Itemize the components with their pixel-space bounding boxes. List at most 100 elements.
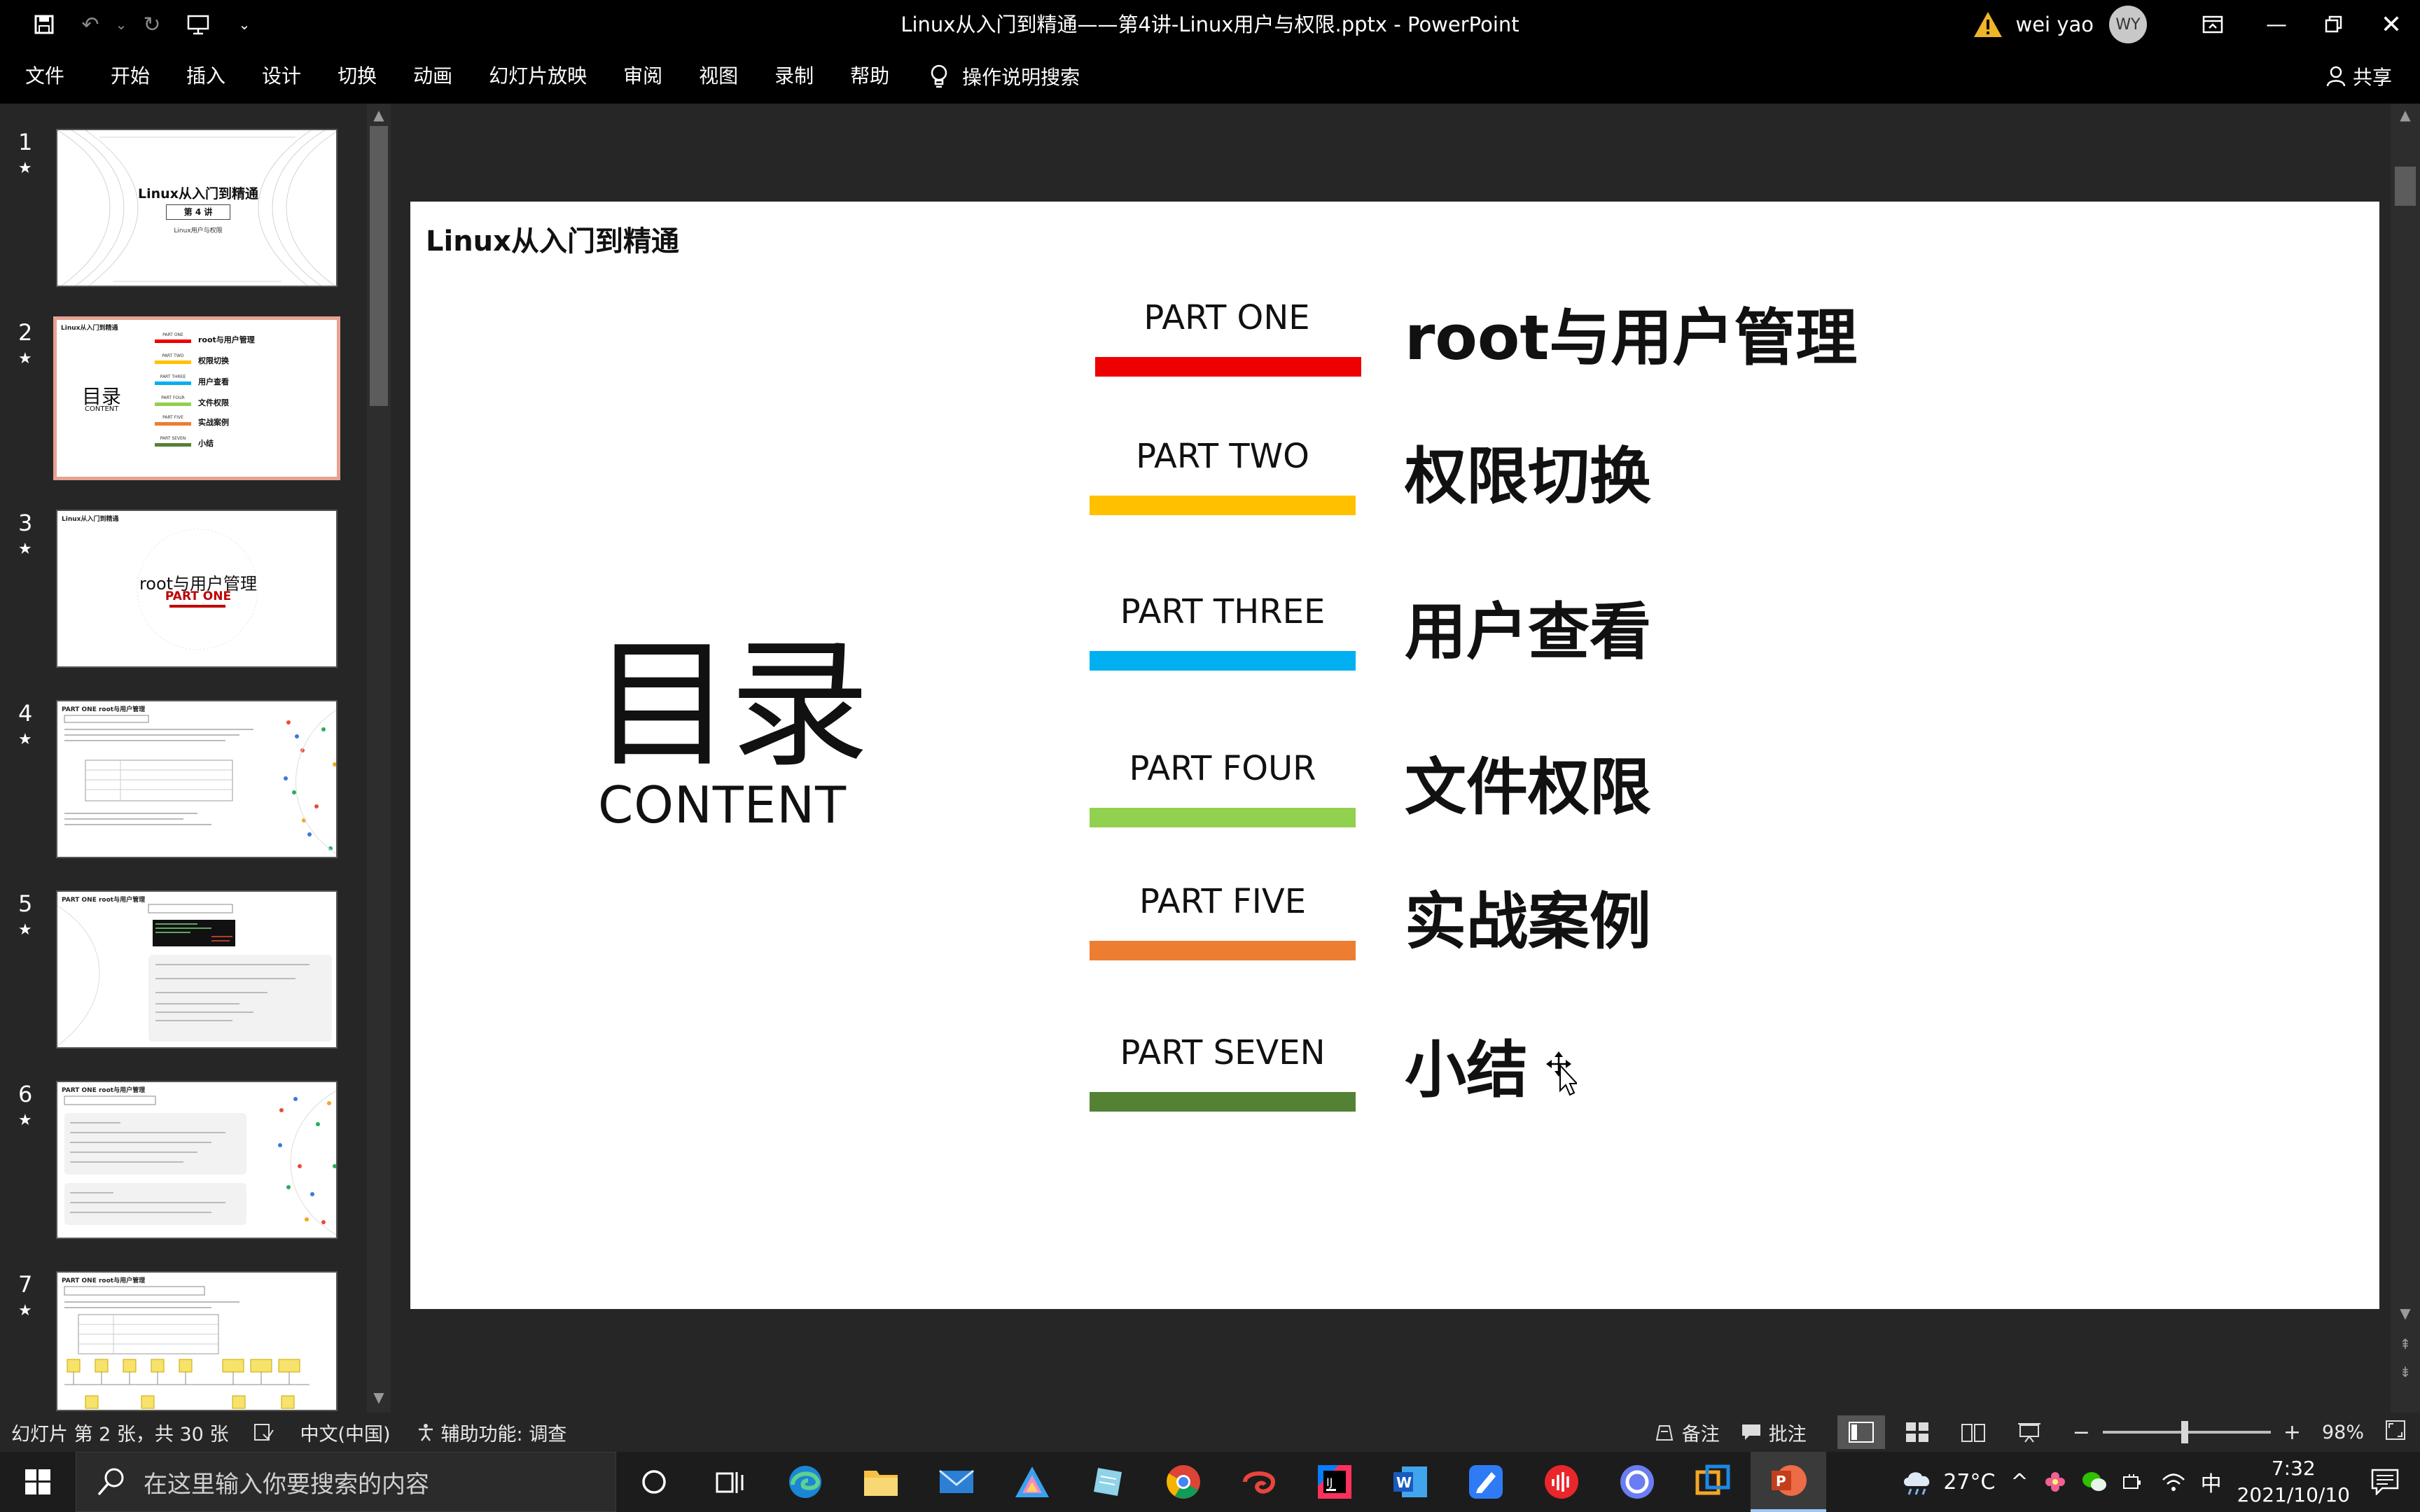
part-three-color-bar[interactable] [1090,651,1356,671]
part-seven-title[interactable]: 小结 [1405,1021,1528,1110]
part-two-title[interactable]: 权限切换 [1405,427,1651,516]
scroll-down-icon[interactable]: ▼ [2393,1305,2417,1322]
redo-icon[interactable]: ↻ [129,0,175,49]
battery-icon[interactable] [2122,1473,2146,1491]
scrollbar-thumb[interactable] [2395,167,2416,206]
chrome-icon[interactable] [1146,1452,1221,1512]
thumbnail-slide-3[interactable]: 3 ★ Linux从入门到精通 root与用户管理 PART ONE [0,510,364,678]
tab-file[interactable]: 文件 [0,49,92,104]
ribbon-display-options-icon[interactable] [2178,0,2248,49]
normal-view-button[interactable] [1837,1415,1885,1449]
part-three-title[interactable]: 用户查看 [1405,582,1651,671]
reading-view-button[interactable] [1949,1415,1997,1449]
accessibility-button[interactable]: 辅助功能: 调查 [416,1419,566,1446]
warning-icon[interactable] [1973,10,2003,38]
thumbnail-preview[interactable]: PART ONE root与用户管理 [56,700,338,858]
undo-icon[interactable]: ↶ [67,0,113,49]
thumbnail-slide-5[interactable]: 5 ★ PART ONE root与用户管理 [0,890,364,1058]
part-seven-color-bar[interactable] [1090,1092,1356,1112]
part-five-label-block[interactable]: PART FIVE [1090,881,1356,923]
scrollbar-thumb[interactable] [370,126,388,406]
zoom-level[interactable]: 98% [2322,1422,2364,1443]
browser-app-icon[interactable] [1599,1452,1675,1512]
part-five-title[interactable]: 实战案例 [1405,872,1651,961]
part-four-color-bar[interactable] [1090,808,1356,827]
notification-center-icon[interactable] [2371,1469,2399,1495]
start-button[interactable] [0,1452,76,1512]
thumbnail-slide-4[interactable]: 4 ★ PART ONE root与用户管理 [0,700,364,868]
show-hidden-icons[interactable]: ^ [2010,1470,2028,1494]
flower-app-icon[interactable] [2044,1471,2066,1493]
part-two-label-block[interactable]: PART TWO [1090,435,1356,477]
toc-heading[interactable]: 目录 [592,636,886,776]
ifly-icon[interactable] [1524,1452,1599,1512]
thumbnail-slide-6[interactable]: 6 ★ PART ONE root与用户管理 [0,1081,364,1249]
spellcheck-icon[interactable] [253,1423,274,1441]
system-clock[interactable]: 7:32 2021/10/10 [2237,1455,2350,1508]
thumbnail-preview[interactable]: Linux从入门到精通 root与用户管理 PART ONE [56,510,338,668]
slide-header-title[interactable]: Linux从入门到精通 [426,218,679,259]
zoom-in-icon[interactable]: + [2283,1420,2301,1445]
zoom-slider[interactable] [2102,1421,2271,1443]
customize-qat-icon[interactable]: ⌄ [221,0,267,49]
part-seven-label-block[interactable]: PART SEVEN [1090,1032,1356,1074]
tab-help[interactable]: 帮助 [832,49,908,104]
ime-indicator[interactable]: 中 [2201,1466,2222,1497]
thumbnail-preview[interactable]: PART ONE root与用户管理 [56,1081,338,1239]
close-icon[interactable]: ✕ [2363,0,2420,49]
word-icon[interactable]: W [1372,1452,1448,1512]
undo-dropdown-icon[interactable]: ⌄ [113,16,129,33]
intellij-idea-icon[interactable]: IJ [1297,1452,1372,1512]
previous-slide-icon[interactable]: ⇞ [2393,1336,2417,1352]
zoom-slider-thumb[interactable] [2181,1421,2188,1443]
weather-widget[interactable]: 27°C [1900,1468,1995,1496]
tab-record[interactable]: 录制 [756,49,832,104]
mail-icon[interactable] [919,1452,994,1512]
task-view-icon[interactable] [692,1452,767,1512]
restore-icon[interactable] [2305,0,2363,49]
thumbnail-preview-selected[interactable]: Linux从入门到精通 目录 CONTENT PART ONE root与用户管… [53,316,340,480]
part-one-title[interactable]: root与用户管理 [1405,288,1857,377]
tab-review[interactable]: 审阅 [605,49,681,104]
remote-desktop-icon[interactable] [1675,1452,1751,1512]
feishu-docs-icon[interactable] [1448,1452,1524,1512]
tab-design[interactable]: 设计 [244,49,319,104]
tab-view[interactable]: 视图 [681,49,756,104]
zoom-out-icon[interactable]: − [2073,1420,2090,1445]
thumbnail-preview[interactable]: PART ONE root与用户管理 [56,890,338,1049]
slide-canvas[interactable]: Linux从入门到精通 目录 CONTENT PART ONE root与用户管… [410,202,2379,1309]
minimize-icon[interactable]: — [2248,0,2305,49]
wifi-icon[interactable] [2162,1471,2185,1492]
part-one-color-bar[interactable] [1095,357,1361,377]
user-name[interactable]: wei yao [2015,13,2094,36]
part-five-color-bar[interactable] [1090,941,1356,960]
tab-animations[interactable]: 动画 [395,49,471,104]
part-four-title[interactable]: 文件权限 [1405,738,1651,827]
slide-thumbnail-pane[interactable]: 1 ★ Linux从入门到精通 第 4 讲 Linux用户与权限 2 ★ Lin… [0,104,364,1413]
wps-icon[interactable] [1221,1452,1297,1512]
slide-sorter-view-button[interactable] [1893,1415,1941,1449]
cortana-icon[interactable] [616,1452,692,1512]
tab-slideshow[interactable]: 幻灯片放映 [471,49,605,104]
tab-transitions[interactable]: 切换 [319,49,395,104]
start-from-beginning-icon[interactable] [175,0,221,49]
edge-browser-icon[interactable] [767,1452,843,1512]
slide-scrollbar[interactable]: ▲ ▼ ⇞ ⇟ [2391,104,2420,1413]
thumbnail-scrollbar[interactable]: ▲ ▼ [367,104,391,1413]
scroll-up-icon[interactable]: ▲ [2393,106,2417,123]
part-three-label-block[interactable]: PART THREE [1090,591,1356,633]
wechat-icon[interactable] [2082,1471,2107,1493]
language-indicator[interactable]: 中文(中国) [300,1419,390,1446]
avatar[interactable]: WY [2109,6,2147,43]
save-icon[interactable] [21,0,67,49]
scroll-down-icon[interactable]: ▼ [367,1389,391,1406]
tell-me-search[interactable]: 操作说明搜索 [929,62,1080,90]
toc-subheading[interactable]: CONTENT [598,776,847,834]
notepad-icon[interactable] [1070,1452,1146,1512]
tab-home[interactable]: 开始 [92,49,168,104]
file-explorer-icon[interactable] [843,1452,919,1512]
share-button[interactable]: 共享 [2326,49,2392,104]
comments-button[interactable]: 批注 [1741,1419,1807,1446]
thumbnail-slide-2[interactable]: 2 ★ Linux从入门到精通 目录 CONTENT PART ONE root… [0,316,364,487]
powerpoint-icon[interactable]: P [1751,1452,1826,1512]
